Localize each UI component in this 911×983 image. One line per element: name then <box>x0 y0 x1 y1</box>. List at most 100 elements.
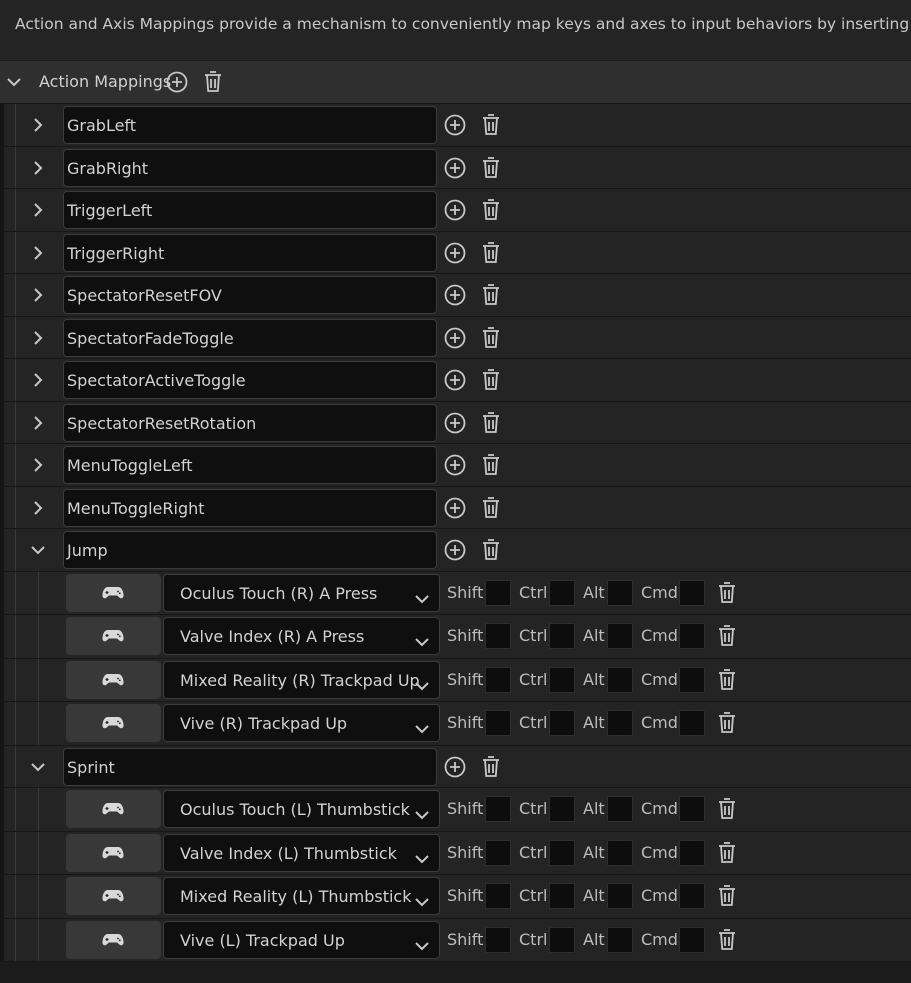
delete-action-button[interactable] <box>481 453 501 481</box>
chevron-right-icon[interactable] <box>30 117 46 137</box>
alt-checkbox[interactable] <box>607 666 633 693</box>
delete-key-button[interactable] <box>717 841 737 869</box>
action-name-field[interactable]: GrabRight <box>63 148 437 187</box>
alt-checkbox[interactable] <box>607 710 633 736</box>
gamepad-key-selector-button[interactable] <box>66 660 161 699</box>
add-key-button[interactable] <box>444 539 466 565</box>
delete-action-button[interactable] <box>481 326 501 354</box>
gamepad-key-selector-button[interactable] <box>66 704 161 742</box>
key-combo-dropdown[interactable]: Vive (L) Trackpad Up <box>163 920 440 959</box>
gamepad-key-selector-button[interactable] <box>66 877 161 915</box>
delete-action-button[interactable] <box>481 755 501 783</box>
delete-action-button[interactable] <box>481 198 501 226</box>
ctrl-checkbox[interactable] <box>549 839 575 866</box>
cmd-checkbox[interactable] <box>679 796 705 822</box>
key-combo-dropdown[interactable]: Mixed Reality (L) Thumbstick <box>163 877 440 915</box>
add-action-mapping-button[interactable] <box>166 71 188 97</box>
delete-key-button[interactable] <box>717 581 737 609</box>
ctrl-checkbox[interactable] <box>549 883 575 909</box>
action-name-field[interactable]: TriggerRight <box>63 233 437 272</box>
ctrl-checkbox[interactable] <box>549 623 575 649</box>
key-combo-dropdown[interactable]: Valve Index (L) Thumbstick <box>163 833 440 872</box>
add-key-button[interactable] <box>444 756 466 782</box>
gamepad-key-selector-button[interactable] <box>66 573 161 612</box>
chevron-right-icon[interactable] <box>30 245 46 265</box>
chevron-down-icon[interactable] <box>30 542 46 562</box>
delete-action-button[interactable] <box>481 241 501 269</box>
action-name-field[interactable]: TriggerLeft <box>63 191 437 229</box>
chevron-right-icon[interactable] <box>30 330 46 350</box>
action-name-field[interactable]: Jump <box>63 531 437 569</box>
gamepad-key-selector-button[interactable] <box>66 617 161 655</box>
shift-checkbox[interactable] <box>485 710 511 736</box>
action-mappings-header[interactable]: Action Mappings <box>0 61 911 104</box>
shift-checkbox[interactable] <box>485 579 511 606</box>
chevron-down-icon[interactable] <box>30 759 46 779</box>
add-key-button[interactable] <box>444 157 466 183</box>
action-name-field[interactable]: SpectatorResetRotation <box>63 403 437 442</box>
chevron-right-icon[interactable] <box>30 202 46 222</box>
ctrl-checkbox[interactable] <box>549 666 575 693</box>
delete-action-button[interactable] <box>481 411 501 439</box>
clear-action-mappings-button[interactable] <box>203 70 223 98</box>
cmd-checkbox[interactable] <box>679 883 705 909</box>
cmd-checkbox[interactable] <box>679 666 705 693</box>
ctrl-checkbox[interactable] <box>549 796 575 822</box>
action-name-field[interactable]: SpectatorFadeToggle <box>63 318 437 357</box>
alt-checkbox[interactable] <box>607 579 633 606</box>
delete-key-button[interactable] <box>717 668 737 696</box>
shift-checkbox[interactable] <box>485 926 511 953</box>
chevron-right-icon[interactable] <box>30 160 46 180</box>
add-key-button[interactable] <box>444 497 466 523</box>
delete-action-button[interactable] <box>481 368 501 396</box>
action-name-field[interactable]: MenuToggleLeft <box>63 446 437 484</box>
delete-key-button[interactable] <box>717 711 737 739</box>
cmd-checkbox[interactable] <box>679 579 705 606</box>
shift-checkbox[interactable] <box>485 883 511 909</box>
delete-key-button[interactable] <box>717 884 737 912</box>
gamepad-key-selector-button[interactable] <box>66 790 161 828</box>
delete-action-button[interactable] <box>481 113 501 141</box>
cmd-checkbox[interactable] <box>679 926 705 953</box>
key-combo-dropdown[interactable]: Mixed Reality (R) Trackpad Up <box>163 660 440 699</box>
cmd-checkbox[interactable] <box>679 839 705 866</box>
chevron-right-icon[interactable] <box>30 287 46 307</box>
action-name-field[interactable]: SpectatorResetFOV <box>63 276 437 314</box>
add-key-button[interactable] <box>444 369 466 395</box>
alt-checkbox[interactable] <box>607 623 633 649</box>
chevron-right-icon[interactable] <box>30 500 46 520</box>
add-key-button[interactable] <box>444 327 466 353</box>
delete-action-button[interactable] <box>481 283 501 311</box>
action-name-field[interactable]: GrabLeft <box>63 106 437 144</box>
cmd-checkbox[interactable] <box>679 710 705 736</box>
chevron-right-icon[interactable] <box>30 457 46 477</box>
chevron-down-icon[interactable] <box>6 74 22 94</box>
alt-checkbox[interactable] <box>607 839 633 866</box>
add-key-button[interactable] <box>444 114 466 140</box>
delete-key-button[interactable] <box>717 624 737 652</box>
delete-action-button[interactable] <box>481 156 501 184</box>
key-combo-dropdown[interactable]: Oculus Touch (R) A Press <box>163 573 440 612</box>
chevron-right-icon[interactable] <box>30 415 46 435</box>
key-combo-dropdown[interactable]: Oculus Touch (L) Thumbstick <box>163 790 440 828</box>
key-combo-dropdown[interactable]: Valve Index (R) A Press <box>163 617 440 655</box>
action-name-field[interactable]: Sprint <box>63 747 437 786</box>
cmd-checkbox[interactable] <box>679 623 705 649</box>
delete-key-button[interactable] <box>717 797 737 825</box>
action-name-field[interactable]: MenuToggleRight <box>63 488 437 527</box>
gamepad-key-selector-button[interactable] <box>66 833 161 872</box>
add-key-button[interactable] <box>444 454 466 480</box>
action-name-field[interactable]: SpectatorActiveToggle <box>63 361 437 399</box>
delete-key-button[interactable] <box>717 928 737 956</box>
delete-action-button[interactable] <box>481 538 501 566</box>
delete-action-button[interactable] <box>481 496 501 524</box>
key-combo-dropdown[interactable]: Vive (R) Trackpad Up <box>163 704 440 742</box>
ctrl-checkbox[interactable] <box>549 579 575 606</box>
add-key-button[interactable] <box>444 412 466 438</box>
ctrl-checkbox[interactable] <box>549 710 575 736</box>
add-key-button[interactable] <box>444 199 466 225</box>
add-key-button[interactable] <box>444 284 466 310</box>
shift-checkbox[interactable] <box>485 839 511 866</box>
shift-checkbox[interactable] <box>485 796 511 822</box>
shift-checkbox[interactable] <box>485 623 511 649</box>
